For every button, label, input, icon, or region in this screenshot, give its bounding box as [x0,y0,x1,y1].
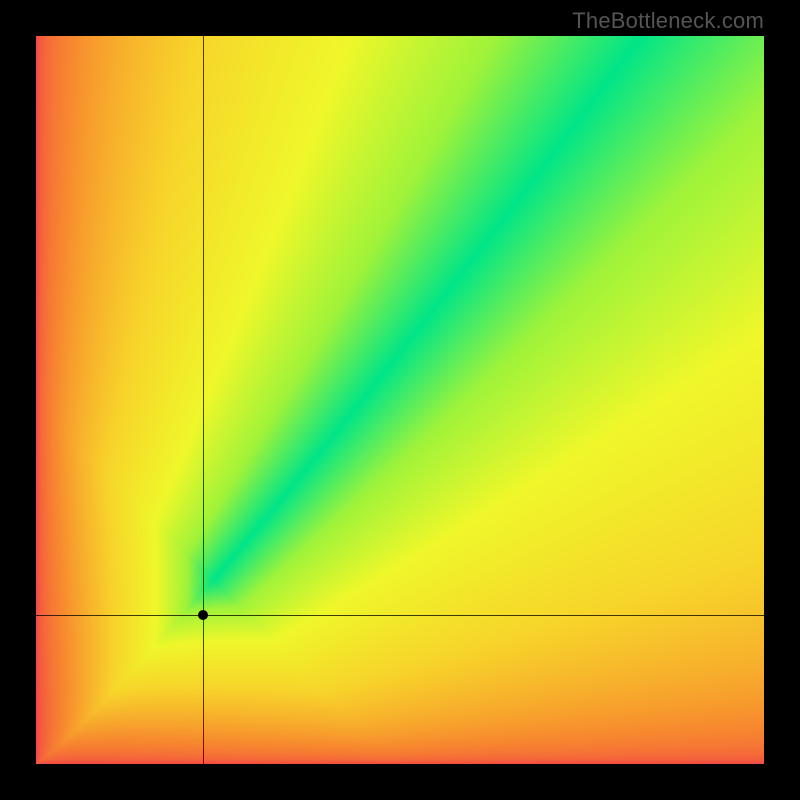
plot-area [36,36,764,764]
crosshair-horizontal [36,615,764,616]
crosshair-vertical [203,36,204,764]
watermark-text: TheBottleneck.com [572,8,764,34]
heatmap-canvas [36,36,764,764]
marker-dot [198,610,208,620]
chart-frame: TheBottleneck.com [0,0,800,800]
